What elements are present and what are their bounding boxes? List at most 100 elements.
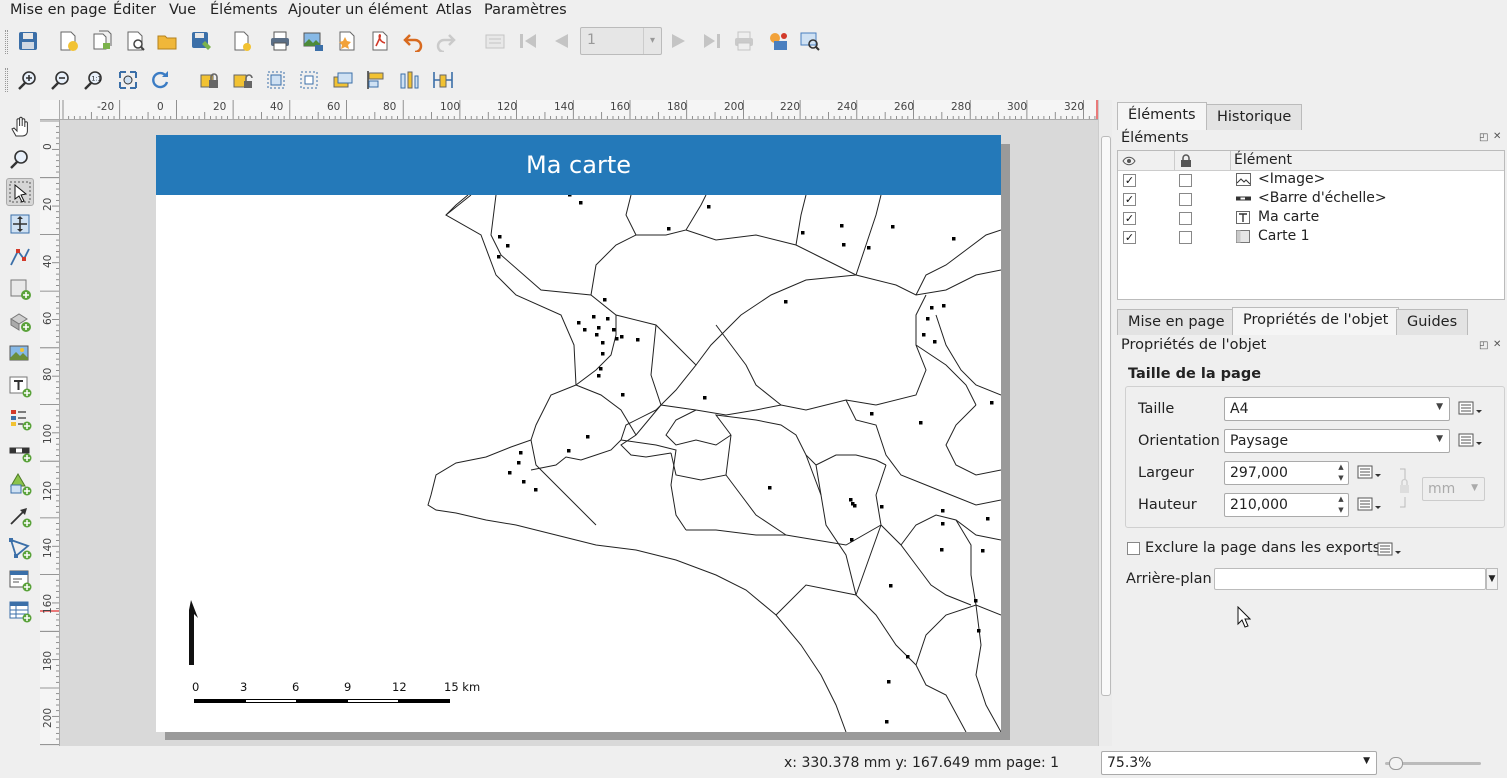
atlas-page-spinbox[interactable]: 1 ▾ [580, 27, 662, 55]
add-map-icon[interactable] [6, 275, 34, 303]
menu-parametres[interactable]: Paramètres [484, 2, 567, 18]
atlas-preview-icon[interactable] [482, 28, 508, 54]
refresh-icon[interactable] [147, 67, 173, 93]
spin-arrows-icon[interactable]: ▲ ▼ [1334, 494, 1348, 516]
align-left-icon[interactable] [363, 67, 389, 93]
chevron-down-icon[interactable]: ▼ [1486, 568, 1498, 590]
menu-atlas[interactable]: Atlas [436, 2, 472, 18]
unlock-items-icon[interactable] [230, 67, 256, 93]
atlas-toolbar-icon[interactable] [797, 28, 823, 54]
zoom-slider[interactable] [1385, 757, 1481, 770]
add-scalebar-icon[interactable] [6, 437, 34, 465]
data-defined-override-icon[interactable] [1458, 432, 1482, 450]
tab-elements[interactable]: Éléments [1117, 102, 1207, 130]
menu-mise-en-page[interactable]: Mise en page [10, 2, 107, 18]
layout-page[interactable]: Ma carte 0 3 6 9 12 15 km [156, 135, 1001, 732]
raise-items-icon[interactable] [330, 67, 356, 93]
add-label-icon[interactable] [6, 372, 34, 400]
layout-manager-icon[interactable] [122, 28, 148, 54]
item-visible-checkbox[interactable]: ✓ [1123, 174, 1136, 187]
resize-icon[interactable] [430, 67, 456, 93]
vertical-scrollbar[interactable] [1098, 100, 1112, 746]
zoom-actual-icon[interactable]: 1:1 [81, 67, 107, 93]
tab-guides[interactable]: Guides [1396, 309, 1469, 335]
menu-ajouter-element[interactable]: Ajouter un élément [288, 2, 428, 18]
width-spinbox[interactable]: 297,000 ▲ ▼ [1224, 461, 1349, 485]
lock-ratio-icon[interactable] [1398, 467, 1410, 509]
menu-editer[interactable]: Éditer [113, 2, 156, 18]
print-atlas-icon[interactable] [731, 28, 757, 54]
add-legend-icon[interactable] [6, 405, 34, 433]
export-svg-icon[interactable] [334, 28, 360, 54]
item-row-image[interactable]: ✓ <Image> [1118, 171, 1504, 190]
new-layout-icon[interactable] [55, 28, 81, 54]
item-lock-checkbox[interactable] [1179, 212, 1192, 225]
redo-icon[interactable] [433, 28, 459, 54]
open-folder-icon[interactable] [154, 28, 180, 54]
next-feature-icon[interactable] [666, 28, 692, 54]
add-arrow-icon[interactable] [6, 502, 34, 530]
float-panel-icon[interactable]: ◰ [1479, 132, 1488, 143]
data-defined-override-icon[interactable] [1458, 400, 1482, 418]
items-column-header[interactable]: Élément [1234, 152, 1292, 168]
spin-arrows-icon[interactable]: ▲ ▼ [1334, 462, 1348, 484]
last-feature-icon[interactable] [699, 28, 725, 54]
select-tool-icon[interactable] [6, 178, 34, 206]
edit-nodes-icon[interactable] [6, 243, 34, 271]
orientation-combo[interactable]: Paysage ▼ [1224, 429, 1450, 453]
add-picture-icon[interactable] [6, 340, 34, 368]
add-node-item-icon[interactable] [6, 534, 34, 562]
height-spinbox[interactable]: 210,000 ▲ ▼ [1224, 493, 1349, 517]
save-as-template-icon[interactable] [188, 28, 214, 54]
background-symbol-button[interactable] [1214, 568, 1486, 590]
data-defined-override-icon[interactable] [1357, 496, 1381, 514]
layout-viewport[interactable]: Ma carte 0 3 6 9 12 15 km [60, 120, 1098, 746]
page-setup-icon[interactable] [228, 28, 254, 54]
item-visible-checkbox[interactable]: ✓ [1123, 193, 1136, 206]
lock-icon[interactable] [1180, 154, 1192, 168]
ungroup-items-icon[interactable] [296, 67, 322, 93]
float-panel-icon[interactable]: ◰ [1479, 340, 1488, 351]
unit-combo[interactable]: mm ▼ [1422, 477, 1485, 501]
map-title-label[interactable]: Ma carte [156, 151, 1001, 179]
tab-item-properties[interactable]: Propriétés de l'objet [1232, 307, 1400, 335]
item-lock-checkbox[interactable] [1179, 174, 1192, 187]
zoom-slider-handle[interactable] [1389, 757, 1404, 770]
data-defined-override-icon[interactable] [1377, 541, 1401, 559]
atlas-settings-icon[interactable] [765, 28, 791, 54]
add-3d-map-icon[interactable] [6, 307, 34, 335]
item-row-scalebar[interactable]: ✓ <Barre d'échelle> [1118, 190, 1504, 209]
toolbar-grip[interactable] [5, 68, 8, 92]
undo-icon[interactable] [400, 28, 426, 54]
zoom-tool-icon[interactable] [6, 145, 34, 173]
data-defined-override-icon[interactable] [1357, 464, 1381, 482]
group-items-icon[interactable] [263, 67, 289, 93]
zoom-combo[interactable]: 75.3% ▼ [1101, 751, 1377, 775]
items-list[interactable]: Élément ✓ <Image> ✓ <Barre d'échelle> ✓ … [1117, 150, 1505, 300]
pan-icon[interactable] [6, 113, 34, 141]
add-html-icon[interactable] [6, 566, 34, 594]
first-feature-icon[interactable] [515, 28, 541, 54]
tab-history[interactable]: Historique [1206, 104, 1303, 130]
duplicate-layout-icon[interactable] [89, 28, 115, 54]
save-icon[interactable] [15, 28, 41, 54]
lock-items-icon[interactable] [197, 67, 223, 93]
add-shape-icon[interactable] [6, 470, 34, 498]
move-content-icon[interactable] [6, 210, 34, 238]
zoom-full-icon[interactable] [115, 67, 141, 93]
scrollbar-thumb[interactable] [1101, 136, 1111, 696]
menu-vue[interactable]: Vue [169, 2, 196, 18]
add-attribute-table-icon[interactable] [6, 597, 34, 625]
zoom-out-icon[interactable] [48, 67, 74, 93]
item-lock-checkbox[interactable] [1179, 193, 1192, 206]
distribute-icon[interactable] [396, 67, 422, 93]
chevron-down-icon[interactable]: ▾ [643, 28, 661, 54]
item-lock-checkbox[interactable] [1179, 231, 1192, 244]
horizontal-ruler[interactable]: -20 0 20 40 60 80 100 120 140 160 180 20… [60, 100, 1098, 120]
close-panel-icon[interactable]: ✕ [1493, 131, 1501, 142]
toolbar-grip[interactable] [5, 30, 8, 54]
print-icon[interactable] [267, 28, 293, 54]
tab-layout[interactable]: Mise en page [1117, 309, 1236, 335]
close-panel-icon[interactable]: ✕ [1493, 339, 1501, 350]
size-combo[interactable]: A4 ▼ [1224, 397, 1450, 421]
